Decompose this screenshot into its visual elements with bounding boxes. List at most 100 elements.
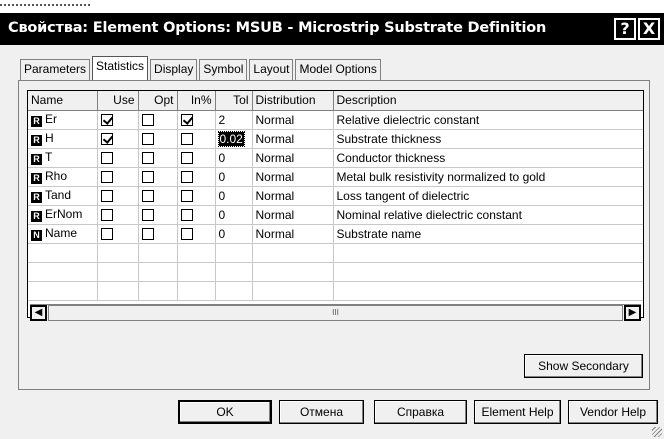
cell-distribution[interactable]: Normal <box>252 224 334 244</box>
ok-button[interactable]: OK <box>178 400 272 424</box>
table-row[interactable]: R Rho 0 Normal Metal bulk resistivity normal… <box>28 167 643 187</box>
inpct-checkbox[interactable] <box>180 208 193 221</box>
cell-name[interactable]: R ErNom <box>28 205 98 225</box>
tab-statistics[interactable]: Statistics <box>92 56 149 80</box>
column-header-description[interactable]: Description <box>333 91 643 111</box>
cell-inpct[interactable] <box>177 129 216 149</box>
tab-layout[interactable]: Layout <box>249 59 294 80</box>
tol-value[interactable]: 2 <box>219 113 226 127</box>
vendor-help-button[interactable]: Vendor Help <box>568 400 658 424</box>
column-header-tol[interactable]: Tol <box>215 91 253 111</box>
cell-distribution[interactable]: Normal <box>252 110 334 130</box>
use-checkbox[interactable] <box>100 151 113 164</box>
cell-name[interactable]: N Name <box>28 224 98 244</box>
element-help-button[interactable]: Element Help <box>474 400 561 424</box>
column-header-inpct[interactable]: In% <box>177 91 216 111</box>
cell-inpct[interactable] <box>177 186 216 206</box>
opt-checkbox[interactable] <box>141 113 154 126</box>
cell-tol[interactable]: 0 <box>215 167 253 187</box>
opt-checkbox[interactable] <box>141 227 154 240</box>
table-row[interactable]: R Er 2 Normal Relative dielectric constant <box>28 110 643 130</box>
column-header-name[interactable]: Name <box>28 91 98 111</box>
cell-use[interactable] <box>97 110 139 130</box>
use-checkbox[interactable] <box>100 170 113 183</box>
tol-value[interactable]: 0 <box>219 189 226 203</box>
inpct-checkbox[interactable] <box>180 132 193 145</box>
cell-name[interactable]: RT <box>28 148 98 168</box>
scroll-right-icon[interactable]: ▶ <box>624 305 641 321</box>
cancel-button[interactable]: Отмена <box>279 400 364 424</box>
cell-tol[interactable]: 0 <box>215 224 253 244</box>
resize-grip-icon[interactable] <box>652 427 662 437</box>
statistics-grid[interactable]: Name Use Opt In% Tol Distribution Descri… <box>27 90 644 318</box>
use-checkbox[interactable] <box>100 132 113 145</box>
help-button[interactable]: Справка <box>374 400 467 424</box>
tab-display[interactable]: Display <box>150 59 198 80</box>
table-row[interactable]: R H 0.02 Normal Substrate thickness <box>28 129 643 149</box>
title-bar[interactable]: Свойства: Element Options: MSUB - Micros… <box>0 13 664 45</box>
cell-name[interactable]: RH <box>28 129 98 149</box>
cell-use[interactable] <box>97 167 139 187</box>
cell-name[interactable]: R Rho <box>28 167 98 187</box>
cell-tol[interactable]: 0 <box>215 205 253 225</box>
cell-tol[interactable]: 0.02 <box>215 129 253 149</box>
use-checkbox[interactable] <box>100 189 113 202</box>
inpct-checkbox[interactable] <box>180 151 193 164</box>
cell-opt[interactable] <box>138 110 178 130</box>
tab-symbol[interactable]: Symbol <box>199 59 248 80</box>
inpct-checkbox[interactable] <box>180 189 193 202</box>
cell-opt[interactable] <box>138 167 178 187</box>
cell-inpct[interactable] <box>177 205 216 225</box>
cell-tol[interactable]: 0 <box>215 186 253 206</box>
cell-opt[interactable] <box>138 186 178 206</box>
close-button[interactable]: X <box>638 18 660 40</box>
column-header-use[interactable]: Use <box>97 91 139 111</box>
cell-opt[interactable] <box>138 224 178 244</box>
use-checkbox[interactable] <box>100 113 113 126</box>
tol-value[interactable]: 0 <box>219 227 226 241</box>
cell-use[interactable] <box>97 148 139 168</box>
table-row[interactable]: R Tand 0 Normal Loss tangent of dielectric <box>28 186 643 206</box>
use-checkbox[interactable] <box>100 227 113 240</box>
cell-distribution[interactable]: Normal <box>252 205 334 225</box>
cell-inpct[interactable] <box>177 110 216 130</box>
show-secondary-button[interactable]: Show Secondary <box>524 354 643 378</box>
table-row[interactable]: R ErNom 0 Normal Nominal relative dielectric… <box>28 205 643 225</box>
cell-distribution[interactable]: Normal <box>252 129 334 149</box>
column-header-distribution[interactable]: Distribution <box>252 91 334 111</box>
tol-value[interactable]: 0 <box>219 170 226 184</box>
cell-inpct[interactable] <box>177 167 216 187</box>
column-header-opt[interactable]: Opt <box>138 91 178 111</box>
cell-opt[interactable] <box>138 148 178 168</box>
cell-use[interactable] <box>97 224 139 244</box>
cell-use[interactable] <box>97 129 139 149</box>
cell-tol[interactable]: 2 <box>215 110 253 130</box>
opt-checkbox[interactable] <box>141 189 154 202</box>
table-row[interactable] <box>28 262 643 282</box>
use-checkbox[interactable] <box>100 208 113 221</box>
table-row[interactable] <box>28 281 643 301</box>
cell-opt[interactable] <box>138 129 178 149</box>
tol-value[interactable]: 0 <box>219 151 226 165</box>
tol-value[interactable]: 0 <box>219 208 226 222</box>
table-row[interactable]: R T 0 Normal Conductor thickness <box>28 148 643 168</box>
scroll-left-icon[interactable]: ◀ <box>30 305 47 321</box>
opt-checkbox[interactable] <box>141 170 154 183</box>
opt-checkbox[interactable] <box>141 208 154 221</box>
cell-use[interactable] <box>97 205 139 225</box>
cell-tol[interactable]: 0 <box>215 148 253 168</box>
table-row[interactable]: N Name 0 Normal Substrate name <box>28 224 643 244</box>
cell-opt[interactable] <box>138 205 178 225</box>
cell-distribution[interactable]: Normal <box>252 186 334 206</box>
cell-name[interactable]: R Tand <box>28 186 98 206</box>
inpct-checkbox[interactable] <box>180 113 193 126</box>
cell-distribution[interactable]: Normal <box>252 167 334 187</box>
tol-value[interactable]: 0.02 <box>217 130 245 147</box>
cell-name[interactable]: R Er <box>28 110 98 130</box>
cell-distribution[interactable]: Normal <box>252 148 334 168</box>
cell-inpct[interactable] <box>177 148 216 168</box>
cell-use[interactable] <box>97 186 139 206</box>
opt-checkbox[interactable] <box>141 132 154 145</box>
inpct-checkbox[interactable] <box>180 227 193 240</box>
opt-checkbox[interactable] <box>141 151 154 164</box>
